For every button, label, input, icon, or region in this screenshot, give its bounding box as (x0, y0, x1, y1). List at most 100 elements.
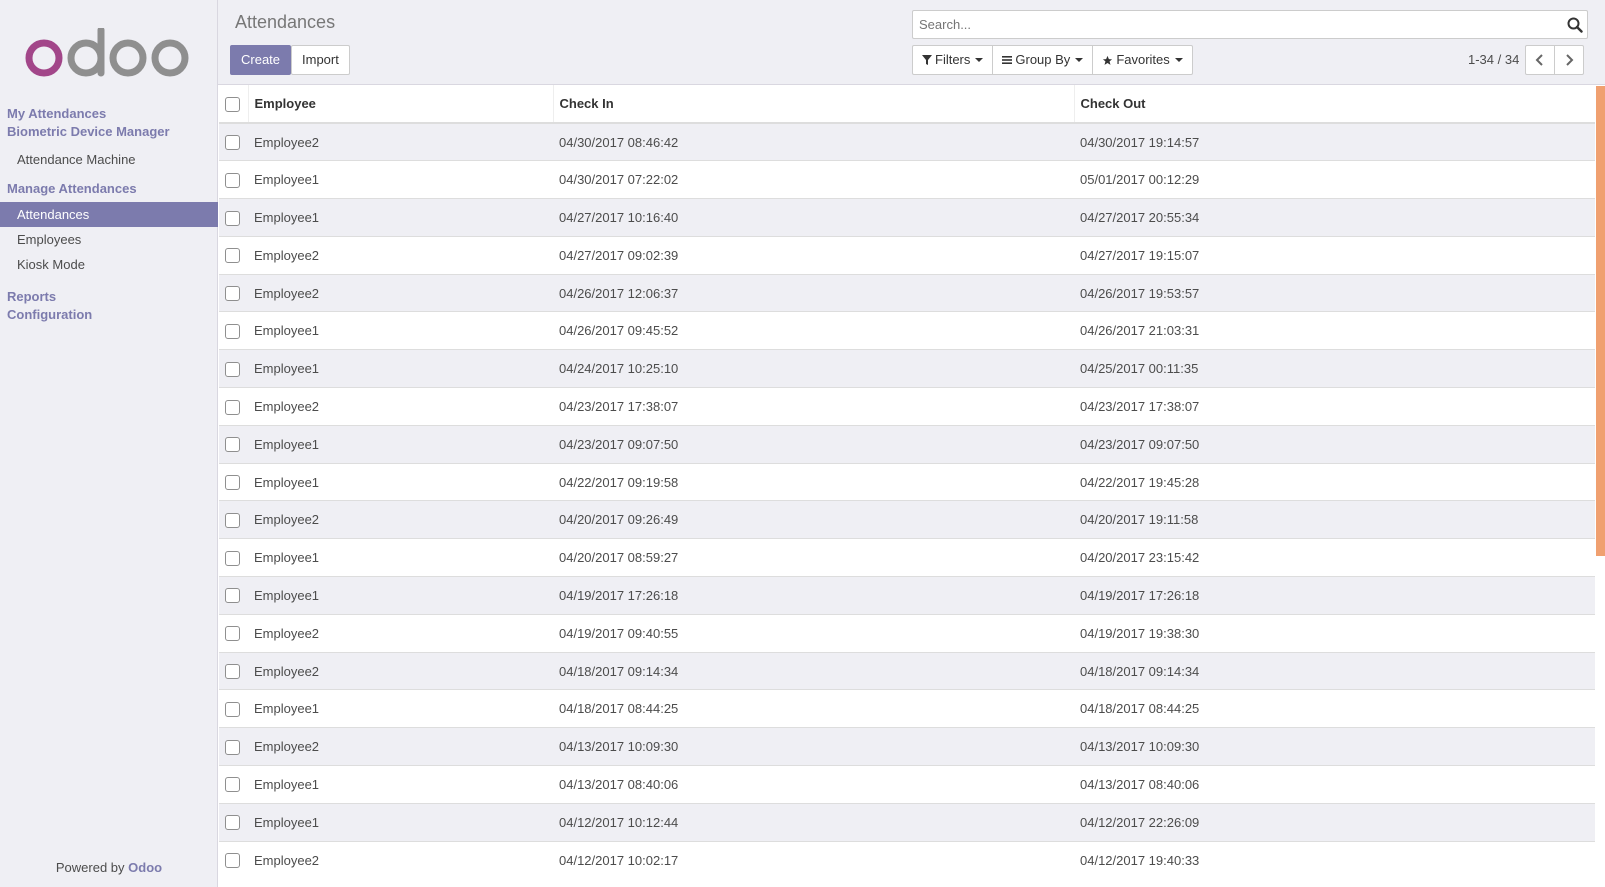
filters-button[interactable]: Filters (912, 45, 994, 75)
row-checkbox[interactable] (225, 588, 240, 604)
row-checkbox[interactable] (225, 815, 240, 831)
row-checkbox[interactable] (225, 550, 240, 566)
employee-cell: Employee1 (248, 198, 553, 237)
table-row[interactable]: Employee2 04/27/2017 09:02:39 04/27/2017 1… (219, 235, 1595, 275)
menu-my-attendances[interactable]: My Attendances (0, 105, 218, 123)
import-button[interactable]: Import (291, 45, 350, 75)
employee-cell: Employee1 (248, 802, 553, 842)
check-out-cell: 04/26/2017 19:53:57 (1074, 273, 1595, 312)
column-header-check-in[interactable]: Check In (552, 85, 1074, 124)
menu-manage-attendances[interactable]: Manage Attendances (0, 180, 218, 198)
employee-cell: Employee2 (248, 273, 553, 312)
check-in-cell: 04/18/2017 09:14:34 (553, 651, 1074, 690)
check-out-cell: 04/20/2017 19:11:58 (1074, 500, 1595, 539)
table-row[interactable]: Employee1 04/24/2017 10:25:10 04/25/2017 0… (219, 349, 1595, 388)
select-all-checkbox[interactable] (225, 96, 240, 112)
employee-cell: Employee1 (248, 349, 553, 388)
row-select-cell (219, 576, 248, 615)
favorites-label: Favorites (1116, 52, 1170, 67)
row-checkbox[interactable] (225, 777, 240, 793)
employee-cell: Employee1 (248, 765, 553, 804)
table-row[interactable]: Employee1 04/13/2017 08:40:06 04/13/2017 0… (219, 765, 1595, 804)
column-header-check-out[interactable]: Check Out (1073, 85, 1595, 124)
row-select-cell (219, 462, 248, 501)
table-row[interactable]: Employee1 04/19/2017 17:26:18 04/19/2017 1… (219, 576, 1595, 615)
create-button[interactable]: Create (230, 45, 292, 75)
odoo-logo[interactable] (24, 26, 192, 80)
row-select-cell (219, 651, 248, 690)
table-row[interactable]: Employee1 04/23/2017 09:07:50 04/23/2017 0… (219, 424, 1595, 464)
employee-cell: Employee2 (248, 122, 553, 161)
row-select-cell (219, 235, 248, 275)
menu-item-attendance-machine[interactable]: Attendance Machine (0, 147, 218, 172)
table-row[interactable]: Employee1 04/12/2017 10:12:44 04/12/2017 2… (219, 802, 1595, 842)
star-icon (1103, 55, 1113, 65)
menu-item-attendances[interactable]: Attendances (0, 202, 218, 227)
row-checkbox[interactable] (225, 135, 240, 151)
table-row[interactable]: Employee1 04/30/2017 07:22:02 05/01/2017 0… (219, 160, 1595, 199)
row-checkbox[interactable] (225, 437, 240, 453)
row-checkbox[interactable] (225, 739, 240, 755)
employee-cell: Employee1 (248, 538, 553, 577)
row-checkbox[interactable] (225, 172, 240, 188)
check-out-cell: 04/27/2017 20:55:34 (1074, 198, 1595, 237)
group-by-button[interactable]: Group By (992, 45, 1094, 75)
row-checkbox[interactable] (225, 248, 240, 264)
table-row[interactable]: Employee2 04/19/2017 09:40:55 04/19/2017 1… (219, 613, 1595, 653)
row-select-cell (219, 198, 248, 237)
row-select-cell (219, 613, 248, 653)
table-row[interactable]: Employee2 04/30/2017 08:46:42 04/30/2017 1… (219, 122, 1595, 161)
row-checkbox[interactable] (225, 512, 240, 528)
check-in-cell: 04/20/2017 09:26:49 (553, 500, 1074, 539)
table-row[interactable]: Employee2 04/13/2017 10:09:30 04/13/2017 1… (219, 727, 1595, 766)
column-header-employee[interactable]: Employee (247, 85, 553, 124)
row-checkbox[interactable] (225, 210, 240, 226)
favorites-button[interactable]: Favorites (1092, 45, 1193, 75)
menu-item-employees[interactable]: Employees (0, 227, 218, 252)
employee-cell: Employee1 (248, 424, 553, 464)
check-out-cell: 05/01/2017 00:12:29 (1074, 160, 1595, 199)
pager-previous-button[interactable] (1525, 45, 1555, 75)
row-checkbox[interactable] (225, 853, 240, 869)
check-in-cell: 04/24/2017 10:25:10 (553, 349, 1074, 388)
table-row[interactable]: Employee1 04/27/2017 10:16:40 04/27/2017 2… (219, 198, 1595, 237)
table-row[interactable]: Employee2 04/20/2017 09:26:49 04/20/2017 1… (219, 500, 1595, 539)
search-icon[interactable] (1567, 17, 1583, 33)
menu-item-kiosk-mode[interactable]: Kiosk Mode (0, 252, 218, 277)
scrollbar-thumb[interactable] (1596, 86, 1605, 556)
check-in-cell: 04/19/2017 09:40:55 (553, 613, 1074, 653)
powered-by-brand[interactable]: Odoo (128, 860, 162, 875)
row-checkbox[interactable] (225, 664, 240, 680)
table-row[interactable]: Employee2 04/18/2017 09:14:34 04/18/2017 0… (219, 651, 1595, 690)
employee-cell: Employee1 (248, 689, 553, 728)
menu-configuration[interactable]: Configuration (0, 306, 218, 324)
check-in-cell: 04/23/2017 17:38:07 (553, 387, 1074, 426)
row-checkbox[interactable] (225, 361, 240, 377)
table-row[interactable]: Employee2 04/26/2017 12:06:37 04/26/2017 1… (219, 273, 1595, 312)
check-out-cell: 04/23/2017 09:07:50 (1074, 424, 1595, 464)
pager-next-button[interactable] (1554, 45, 1584, 75)
check-in-cell: 04/23/2017 09:07:50 (553, 424, 1074, 464)
table-row[interactable]: Employee1 04/26/2017 09:45:52 04/26/2017 2… (219, 311, 1595, 350)
row-checkbox[interactable] (225, 701, 240, 717)
row-checkbox[interactable] (225, 286, 240, 302)
row-checkbox[interactable] (225, 323, 240, 339)
table-row[interactable]: Employee1 04/18/2017 08:44:25 04/18/2017 0… (219, 689, 1595, 728)
row-checkbox[interactable] (225, 626, 240, 642)
table-row[interactable]: Employee1 04/20/2017 08:59:27 04/20/2017 2… (219, 538, 1595, 577)
row-checkbox[interactable] (225, 475, 240, 491)
table-row[interactable]: Employee2 04/23/2017 17:38:07 04/23/2017 1… (219, 387, 1595, 426)
check-out-cell: 04/13/2017 08:40:06 (1074, 765, 1595, 804)
filter-icon (922, 55, 932, 65)
check-out-cell: 04/26/2017 21:03:31 (1074, 311, 1595, 350)
menu-reports[interactable]: Reports (0, 288, 218, 306)
menu-biometric-device-manager[interactable]: Biometric Device Manager (0, 123, 218, 141)
odoo-logo-icon (25, 26, 189, 77)
table-row[interactable]: Employee1 04/22/2017 09:19:58 04/22/2017 1… (219, 462, 1595, 501)
pager-value[interactable]: 1-34 / 34 (1468, 52, 1519, 67)
search-input[interactable] (913, 11, 1533, 38)
check-out-cell: 04/18/2017 08:44:25 (1074, 689, 1595, 728)
row-checkbox[interactable] (225, 399, 240, 415)
row-select-cell (219, 765, 248, 804)
table-row[interactable]: Employee2 04/12/2017 10:02:17 04/12/2017 1… (219, 840, 1595, 879)
